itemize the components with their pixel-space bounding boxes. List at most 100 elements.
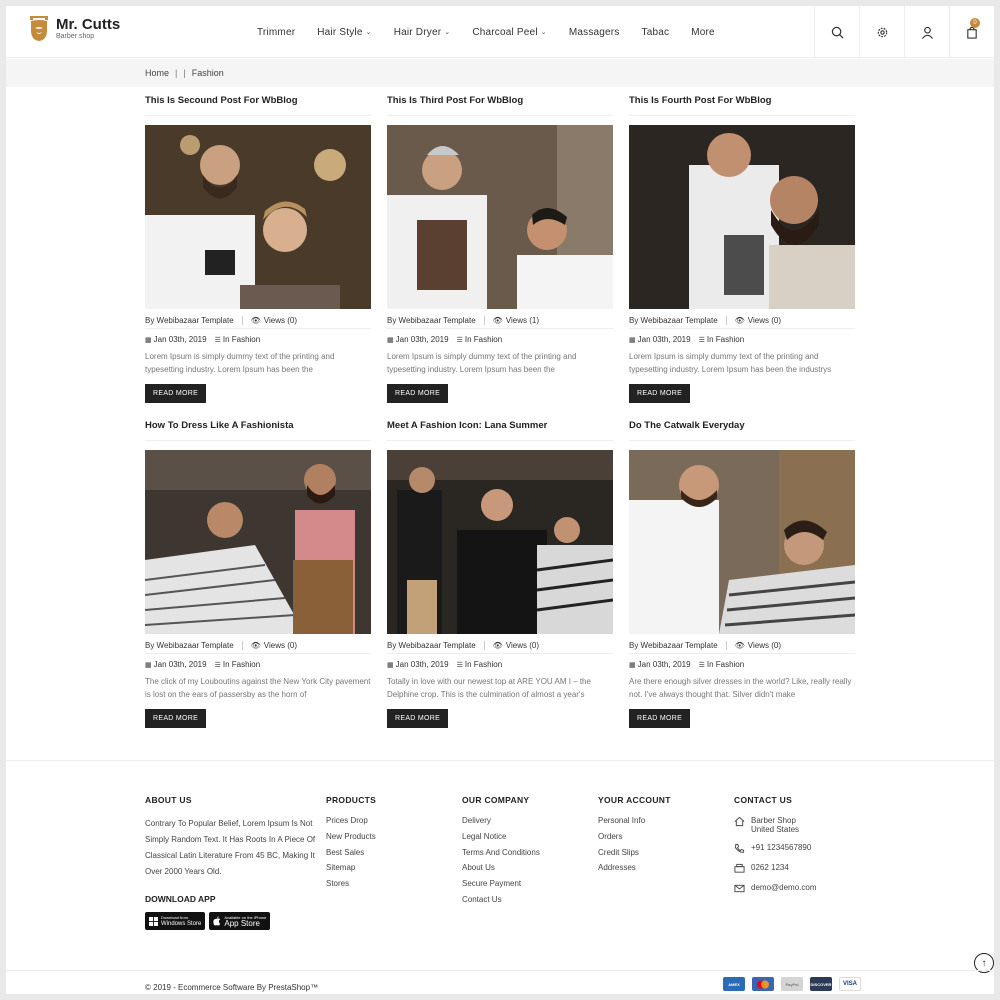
post-image[interactable]	[145, 125, 371, 309]
footer-link-stores[interactable]: Stores	[326, 879, 376, 895]
search-icon	[831, 26, 843, 38]
email-address[interactable]: demo@demo.com	[751, 883, 816, 892]
amex-card-icon: AMEX	[723, 977, 745, 991]
contact-phone: +91 1234567890	[734, 843, 816, 854]
paypal-card-icon: PayPal	[781, 977, 803, 991]
post-title[interactable]: This Is Secound Post For WbBlog	[145, 94, 371, 116]
post-meta-author-views: By Webibazaar Template 👁 Views (1)	[387, 315, 613, 329]
meta-divider	[241, 315, 243, 325]
post-date: Jan 03th, 2019	[637, 660, 691, 669]
phone-number[interactable]: +91 1234567890	[751, 843, 811, 852]
post-title[interactable]: Do The Catwalk Everyday	[629, 419, 855, 441]
breadcrumb-home[interactable]: Home	[145, 68, 169, 78]
read-more-button[interactable]: READ MORE	[629, 384, 691, 403]
footer-link-sitemap[interactable]: Sitemap	[326, 863, 376, 879]
meta-divider	[241, 640, 243, 650]
footer-link-delivery[interactable]: Delivery	[462, 816, 540, 832]
footer-link-personal-info[interactable]: Personal Info	[598, 816, 671, 832]
site-footer: ABOUT US Contrary To Popular Belief, Lor…	[6, 760, 994, 970]
read-more-button[interactable]: READ MORE	[145, 384, 207, 403]
nav-item-hair-dryer[interactable]: Hair Dryer ⌄	[383, 27, 462, 38]
post-title[interactable]: This Is Third Post For WbBlog	[387, 94, 613, 116]
calendar-icon: ▦	[145, 337, 152, 344]
blog-post-card: This Is Fourth Post For WbBlog By Webiba…	[629, 94, 855, 419]
calendar-icon: ▦	[387, 662, 394, 669]
post-excerpt: Lorem Ipsum is simply dummy text of the …	[145, 352, 335, 374]
nav-label: More	[691, 26, 715, 38]
contact-email: demo@demo.com	[734, 883, 816, 894]
settings-button[interactable]	[859, 6, 904, 58]
gear-icon	[877, 27, 887, 37]
nav-item-more[interactable]: More	[680, 27, 726, 38]
post-views: Views (0)	[747, 640, 781, 650]
store-name: App Store	[224, 918, 260, 928]
footer-link-contact-us[interactable]: Contact Us	[462, 895, 540, 911]
eye-icon: 👁	[250, 315, 261, 325]
payment-methods: AMEX PayPal DISCOVER VISA	[723, 977, 861, 991]
post-category[interactable]: In Fashion	[223, 660, 260, 669]
nav-item-charcoal-peel[interactable]: Charcoal Peel ⌄	[461, 27, 558, 38]
footer-link-credit-slips[interactable]: Credit Slips	[598, 848, 671, 864]
post-title[interactable]: How To Dress Like A Fashionista	[145, 419, 371, 441]
post-image[interactable]	[387, 125, 613, 309]
footer-link-prices-drop[interactable]: Prices Drop	[326, 816, 376, 832]
post-author: By Webibazaar Template	[387, 640, 476, 650]
read-more-button[interactable]: READ MORE	[387, 709, 449, 728]
footer-link-legal-notice[interactable]: Legal Notice	[462, 832, 540, 848]
breadcrumb-bar: Home | | Fashion	[6, 59, 994, 87]
nav-item-tabac[interactable]: Tabac	[631, 27, 681, 38]
footer-link-best-sales[interactable]: Best Sales	[326, 848, 376, 864]
logo[interactable]: Mr. Cutts Barber shop	[28, 14, 120, 42]
footer-heading: ABOUT US	[145, 795, 192, 805]
site-header: Mr. Cutts Barber shop Trimmer Hair Style…	[6, 6, 994, 58]
footer-link-secure-payment[interactable]: Secure Payment	[462, 879, 540, 895]
meta-divider	[725, 640, 727, 650]
blog-post-card: This Is Third Post For WbBlog By Webibaz…	[387, 94, 613, 419]
footer-products: PRODUCTS Prices Drop New Products Best S…	[326, 795, 376, 895]
post-image[interactable]	[145, 450, 371, 634]
post-category[interactable]: In Fashion	[465, 660, 502, 669]
post-author: By Webibazaar Template	[629, 315, 718, 325]
nav-item-hair-style[interactable]: Hair Style ⌄	[306, 27, 382, 38]
post-title[interactable]: This Is Fourth Post For WbBlog	[629, 94, 855, 116]
list-icon: ☰	[456, 337, 463, 344]
blog-post-card: Do The Catwalk Everyday By Webibazaar Te…	[629, 419, 855, 744]
post-meta-author-views: By Webibazaar Template 👁 Views (0)	[145, 315, 371, 329]
home-icon	[734, 816, 745, 827]
post-author: By Webibazaar Template	[629, 640, 718, 650]
post-author: By Webibazaar Template	[387, 315, 476, 325]
envelope-icon	[734, 884, 745, 893]
account-button[interactable]	[904, 6, 949, 58]
read-more-button[interactable]: READ MORE	[145, 709, 207, 728]
footer-link-about-us[interactable]: About Us	[462, 863, 540, 879]
read-more-button[interactable]: READ MORE	[387, 384, 449, 403]
store-name: Windows Store	[161, 920, 202, 927]
footer-link-orders[interactable]: Orders	[598, 832, 671, 848]
post-image[interactable]	[387, 450, 613, 634]
post-excerpt: Are there enough silver dresses in the w…	[629, 677, 852, 699]
post-author: By Webibazaar Template	[145, 640, 234, 650]
windows-store-button[interactable]: Download from Windows Store	[145, 912, 206, 930]
nav-item-trimmer[interactable]: Trimmer	[246, 27, 306, 38]
post-title[interactable]: Meet A Fashion Icon: Lana Summer	[387, 419, 613, 441]
post-meta-date-category: ▦ Jan 03th, 2019 ☰ In Fashion	[387, 660, 613, 669]
post-image[interactable]	[629, 125, 855, 309]
footer-link-terms[interactable]: Terms And Conditions	[462, 848, 540, 864]
eye-icon: 👁	[492, 315, 503, 325]
post-category[interactable]: In Fashion	[707, 335, 744, 344]
search-button[interactable]	[814, 6, 859, 58]
arrow-up-icon: ↑	[981, 957, 987, 969]
post-category[interactable]: In Fashion	[223, 335, 260, 344]
read-more-button[interactable]: READ MORE	[629, 709, 691, 728]
post-category[interactable]: In Fashion	[707, 660, 744, 669]
chevron-down-icon: ⌄	[444, 29, 451, 36]
cart-button[interactable]: 0	[949, 6, 994, 58]
brand-tagline: Barber shop	[56, 32, 95, 40]
nav-item-massagers[interactable]: Massagers	[558, 27, 631, 38]
app-store-button[interactable]: Available on the iPhone App Store	[209, 912, 271, 930]
post-image[interactable]	[629, 450, 855, 634]
chevron-down-icon: ⌄	[540, 29, 547, 36]
post-category[interactable]: In Fashion	[465, 335, 502, 344]
footer-link-new-products[interactable]: New Products	[326, 832, 376, 848]
footer-link-addresses[interactable]: Addresses	[598, 863, 671, 879]
